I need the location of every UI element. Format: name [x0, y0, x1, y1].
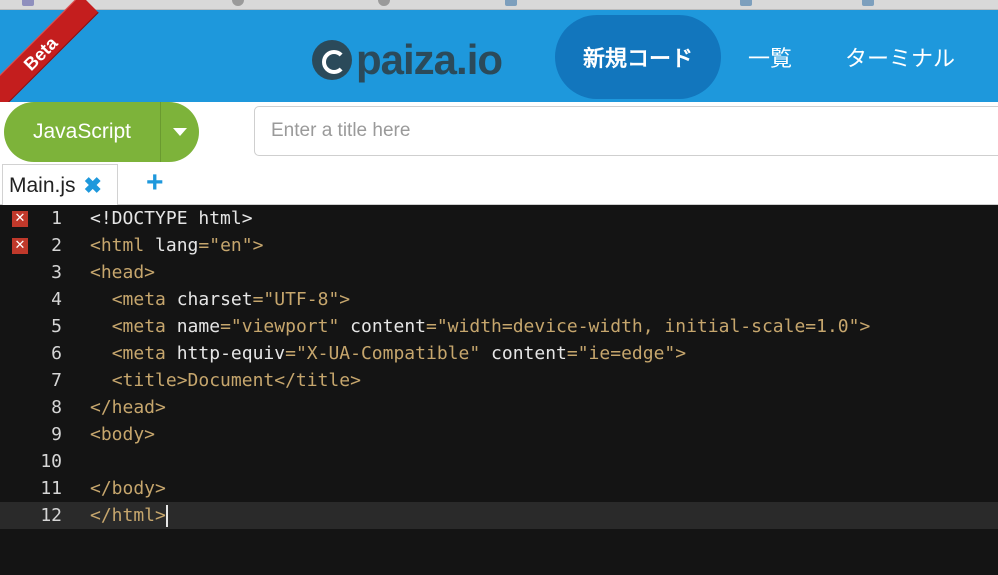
- code-line[interactable]: 4 <meta charset="UTF-8">: [0, 286, 998, 313]
- bookmark-icon[interactable]: [740, 0, 752, 6]
- nav-list[interactable]: 一覧: [735, 15, 805, 99]
- code-attr: charset: [176, 289, 253, 310]
- code-text: <html lang="en">: [90, 232, 263, 259]
- close-icon[interactable]: ✖: [84, 174, 102, 197]
- language-select-button[interactable]: JavaScript: [4, 102, 199, 162]
- code-attr: http-equiv: [176, 343, 286, 364]
- text-cursor: [165, 505, 168, 527]
- error-icon[interactable]: ✕: [12, 238, 28, 254]
- code-tag: <title>: [111, 370, 188, 391]
- code-attr: content: [350, 316, 426, 337]
- code-attr: lang: [155, 235, 199, 256]
- code-line[interactable]: 8 </head>: [0, 394, 998, 421]
- code-attr: name: [176, 316, 221, 337]
- code-eq: =: [198, 235, 210, 256]
- code-tag: <meta: [111, 343, 166, 364]
- code-string: "UTF-8": [263, 289, 340, 310]
- line-number: 5: [51, 316, 62, 337]
- code-text: <meta charset="UTF-8">: [90, 286, 350, 313]
- toolbar: JavaScript: [0, 102, 998, 162]
- code-tag: <meta: [111, 289, 166, 310]
- nav-new-code[interactable]: 新規コード: [555, 15, 721, 99]
- code-editor[interactable]: ✕ 1 <!DOCTYPE html> ✕ 2 <html lang="en">…: [0, 205, 998, 575]
- code-text: <body>: [90, 421, 155, 448]
- nav-terminal[interactable]: ターミナル: [830, 15, 970, 99]
- code-string: "X-UA-Compatible": [295, 343, 481, 364]
- code-tag: <html: [90, 235, 145, 256]
- doctype: <!DOCTYPE html>: [90, 208, 253, 229]
- bookmark-icon[interactable]: [22, 0, 34, 6]
- tab-main-js[interactable]: Main.js ✖: [2, 164, 118, 206]
- code-string: "ie=edge": [577, 343, 676, 364]
- code-line[interactable]: 6 <meta http-equiv="X-UA-Compatible" con…: [0, 340, 998, 367]
- code-line[interactable]: 9 <body>: [0, 421, 998, 448]
- language-dropdown-toggle[interactable]: [161, 128, 199, 136]
- line-number: 10: [40, 451, 62, 472]
- site-header: paiza.io 新規コード 一覧 ターミナル: [0, 10, 998, 102]
- line-number: 7: [51, 370, 62, 391]
- error-icon[interactable]: ✕: [12, 211, 28, 227]
- code-text: <meta http-equiv="X-UA-Compatible" conte…: [90, 340, 686, 367]
- code-tag: >: [252, 235, 264, 256]
- line-number: 4: [51, 289, 62, 310]
- code-line[interactable]: ✕ 1 <!DOCTYPE html>: [0, 205, 998, 232]
- line-number: 1: [51, 208, 62, 229]
- paiza-logo-icon: [312, 40, 352, 80]
- code-tag: <head>: [90, 262, 156, 283]
- code-text: <head>: [90, 259, 155, 286]
- bookmark-icon[interactable]: [232, 0, 244, 6]
- add-tab-icon[interactable]: +: [146, 166, 164, 200]
- bookmark-icon[interactable]: [862, 0, 874, 6]
- code-line-active[interactable]: 12 </html>: [0, 502, 998, 529]
- code-string: "en": [209, 235, 253, 256]
- code-tag: >: [859, 316, 871, 337]
- code-string: "viewport": [230, 316, 340, 337]
- code-eq: =: [426, 316, 437, 337]
- bookmark-icon[interactable]: [505, 0, 517, 6]
- line-number: 11: [40, 478, 62, 499]
- code-line[interactable]: 7 <title>Document</title>: [0, 367, 998, 394]
- code-line[interactable]: 10: [0, 448, 998, 475]
- code-eq: =: [566, 343, 578, 364]
- code-tag: </html>: [90, 505, 166, 526]
- code-string: "width=device-width, initial-scale=1.0": [436, 316, 860, 337]
- code-eq: =: [252, 289, 264, 310]
- code-text: </head>: [90, 394, 166, 421]
- code-tag: </body>: [90, 478, 166, 499]
- paiza-logo[interactable]: paiza.io: [312, 36, 503, 84]
- code-text: <!DOCTYPE html>: [90, 205, 253, 232]
- file-tab-bar: Main.js ✖ +: [0, 162, 998, 206]
- code-tag: >: [339, 289, 351, 310]
- code-text: </html>: [90, 502, 168, 529]
- line-number: 12: [40, 505, 62, 526]
- logo-text: paiza.io: [356, 36, 503, 83]
- line-number: 9: [51, 424, 62, 445]
- tab-label: Main.js: [9, 173, 76, 197]
- chevron-down-icon: [173, 128, 187, 136]
- code-text: <meta name="viewport" content="width=dev…: [90, 313, 871, 340]
- code-line[interactable]: 5 <meta name="viewport" content="width=d…: [0, 313, 998, 340]
- code-tag: <meta: [111, 316, 166, 337]
- bookmark-icon[interactable]: [378, 0, 390, 6]
- line-number: 3: [51, 262, 62, 283]
- code-tag: </head>: [90, 397, 166, 418]
- line-number: 8: [51, 397, 62, 418]
- language-label: JavaScript: [32, 120, 132, 143]
- code-eq: =: [220, 316, 231, 337]
- code-line[interactable]: 11 </body>: [0, 475, 998, 502]
- code-line[interactable]: ✕ 2 <html lang="en">: [0, 232, 998, 259]
- code-tag: >: [675, 343, 687, 364]
- code-text: </body>: [90, 475, 166, 502]
- code-tag: <body>: [90, 424, 156, 445]
- code-text: <title>Document</title>: [90, 367, 361, 394]
- code-eq: =: [285, 343, 296, 364]
- code-content: Document: [187, 370, 275, 391]
- code-line[interactable]: 3 <head>: [0, 259, 998, 286]
- line-number: 2: [51, 235, 62, 256]
- title-input[interactable]: [254, 106, 998, 156]
- code-attr: content: [491, 343, 567, 364]
- line-number: 6: [51, 343, 62, 364]
- bookmarks-bar: [0, 0, 998, 10]
- code-tag: </title>: [274, 370, 361, 391]
